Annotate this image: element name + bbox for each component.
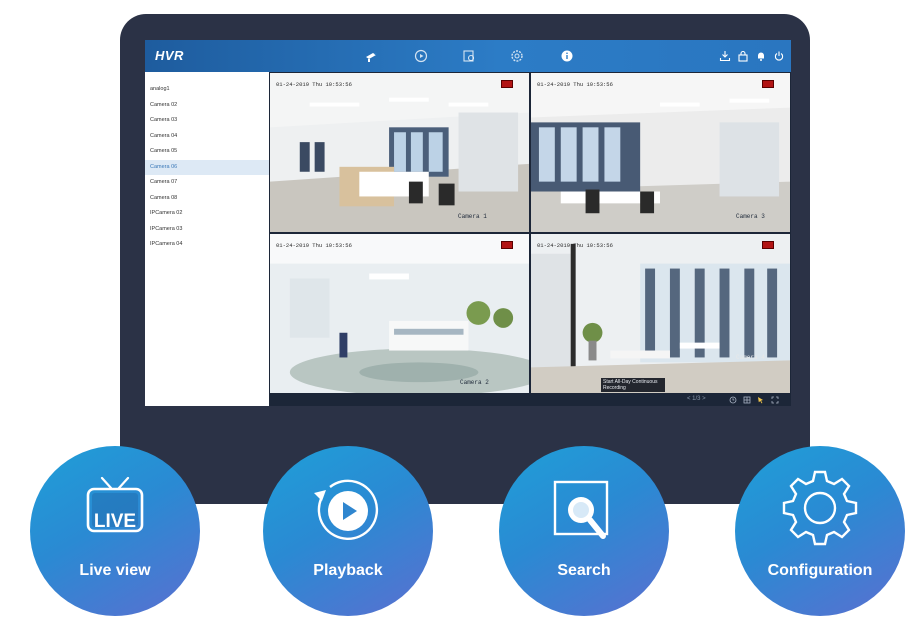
- live-view-grid: 01-24-2019 Thu 10:53:56 Camera 1 01-24-2…: [269, 72, 791, 394]
- sidebar-camera-item[interactable]: IPCamera 03: [145, 222, 269, 238]
- video-tile-1[interactable]: 01-24-2019 Thu 10:53:56 Camera 1: [269, 72, 530, 233]
- alarm-bell-icon[interactable]: [755, 49, 767, 61]
- office-window-scene-image: [531, 234, 790, 393]
- lock-icon[interactable]: [737, 49, 749, 62]
- feature-search: Search: [499, 446, 669, 616]
- page: HVR analog1 Camera 02 Camera 03 Camera 0…: [0, 0, 919, 635]
- video-tile-3[interactable]: 01-24-2019 Thu 10:53:56 Camera 2: [269, 233, 530, 394]
- search-icon[interactable]: [461, 48, 477, 64]
- timestamp-overlay: 01-24-2019 Thu 10:53:56: [537, 81, 613, 88]
- sidebar-camera-item[interactable]: Camera 07: [145, 175, 269, 191]
- office-scene-image: [270, 73, 529, 232]
- hvr-app-window: HVR analog1 Camera 02 Camera 03 Camera 0…: [145, 40, 791, 406]
- search-icon: [553, 480, 609, 539]
- clock-record-icon[interactable]: [729, 396, 737, 404]
- feature-label: Live view: [79, 562, 151, 579]
- sidebar-camera-item[interactable]: Camera 02: [145, 98, 269, 114]
- playback-icon[interactable]: [413, 48, 429, 64]
- timestamp-overlay: 01-24-2019 Thu 10:53:56: [276, 242, 352, 249]
- recording-tooltip: Start All-Day Continuous Recording: [601, 378, 665, 392]
- camera-name-overlay: Camera 4: [736, 354, 765, 361]
- video-tile-2[interactable]: 01-24-2019 Thu 10:53:56 Camera 3: [530, 72, 791, 233]
- sidebar-camera-item[interactable]: Camera 04: [145, 129, 269, 145]
- camera-name-overlay: Camera 3: [736, 213, 765, 220]
- info-icon[interactable]: [559, 48, 575, 64]
- recording-indicator-icon: [501, 241, 513, 249]
- camera-name-overlay: Camera 1: [458, 213, 487, 220]
- sidebar-camera-item[interactable]: Camera 08: [145, 191, 269, 207]
- sidebar-camera-item[interactable]: IPCamera 02: [145, 206, 269, 222]
- feature-label: Search: [557, 562, 611, 579]
- playback-control-bar: < 1/3 >: [269, 394, 791, 406]
- live-tv-icon: [86, 476, 144, 533]
- hospital-corridor-scene-image: [270, 234, 529, 393]
- sidebar-camera-item[interactable]: Camera 06: [145, 159, 269, 175]
- gear-icon: [782, 470, 858, 546]
- power-icon[interactable]: [773, 49, 785, 61]
- fullscreen-icon[interactable]: [771, 396, 779, 404]
- sidebar-camera-item[interactable]: Camera 03: [145, 113, 269, 129]
- download-icon[interactable]: [719, 49, 731, 62]
- sidebar-camera-item[interactable]: IPCamera 04: [145, 237, 269, 253]
- camera-name-overlay: Camera 2: [460, 379, 489, 386]
- camera-list-sidebar: analog1 Camera 02 Camera 03 Camera 04 Camera…: [145, 72, 269, 406]
- camera-list: analog1 Camera 02 Camera 03 Camera 04 Camera…: [145, 82, 269, 253]
- recording-indicator-icon: [762, 80, 774, 88]
- feature-playback: Playback: [263, 446, 433, 616]
- live-badge: LIVE: [93, 511, 137, 532]
- layout-grid-icon[interactable]: [743, 396, 751, 404]
- feature-label: Playback: [313, 562, 383, 579]
- video-tile-4[interactable]: 01-24-2019 Thu 10:53:56 Camera 4: [530, 233, 791, 394]
- playback-icon: [314, 479, 379, 541]
- settings-icon[interactable]: [509, 48, 525, 64]
- page-indicator[interactable]: < 1/3 >: [687, 396, 706, 402]
- office-scene-image: [531, 73, 790, 232]
- recording-indicator-icon: [762, 241, 774, 249]
- cursor-pointer-icon[interactable]: [757, 396, 765, 404]
- timestamp-overlay: 01-24-2019 Thu 10:53:56: [537, 242, 613, 249]
- brand-logo: HVR: [155, 48, 184, 63]
- feature-live-view: LIVE Live view: [30, 446, 200, 616]
- sidebar-camera-item[interactable]: analog1: [145, 82, 269, 98]
- recording-indicator-icon: [501, 80, 513, 88]
- feature-configuration: Configuration: [735, 446, 905, 616]
- feature-label: Configuration: [767, 562, 873, 579]
- timestamp-overlay: 01-24-2019 Thu 10:53:56: [276, 81, 352, 88]
- sidebar-camera-item[interactable]: Camera 05: [145, 144, 269, 160]
- live-view-camera-icon[interactable]: [363, 48, 379, 64]
- top-navigation-bar: HVR: [145, 40, 791, 72]
- window-toolbar: [719, 49, 785, 62]
